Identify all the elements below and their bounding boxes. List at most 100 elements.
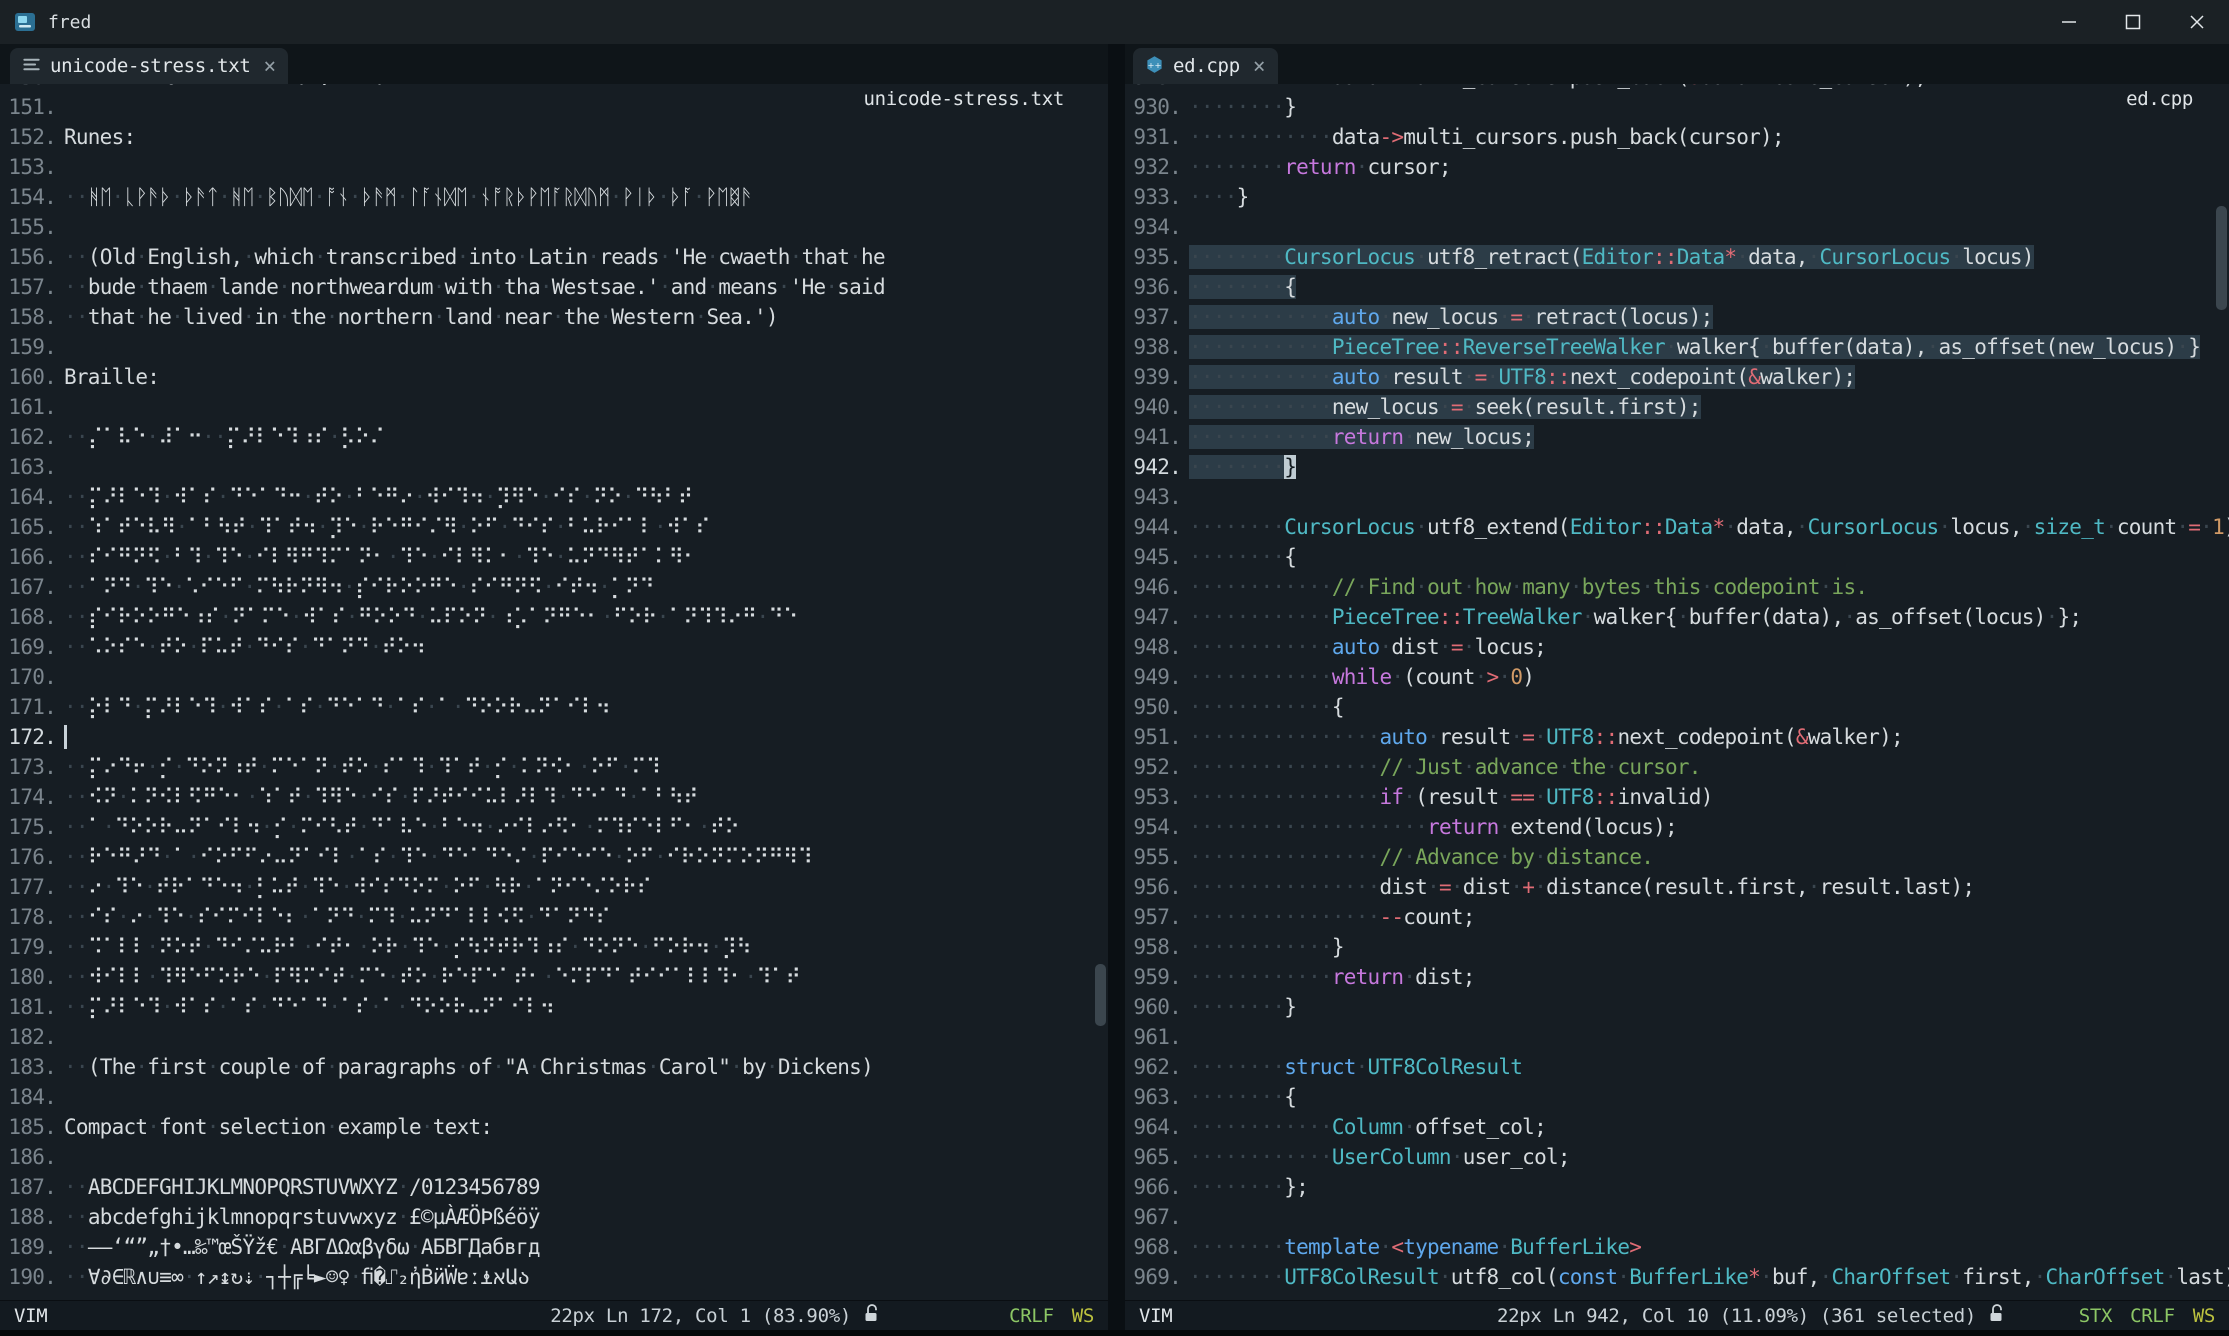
maximize-button[interactable]: [2101, 0, 2165, 44]
code-line[interactable]: 950.············{: [1125, 692, 2229, 722]
tab-unicode-stress-txt[interactable]: unicode-stress.txt ×: [10, 48, 288, 84]
code-line[interactable]: 954.····················return·extend(lo…: [1125, 812, 2229, 842]
code-line[interactable]: 181.··⡍⠜⠇⠑⠹·⠺⠁⠎·⠁⠎·⠙⠑⠁⠙·⠁⠎·⠁·⠙⠕⠕⠗⠤⠝⠁⠊⠇⠲: [0, 992, 1108, 1022]
code-line[interactable]: 964.············Column·offset_col;: [1125, 1112, 2229, 1142]
code-line[interactable]: 942.········}: [1125, 452, 2229, 482]
close-button[interactable]: [2165, 0, 2229, 44]
code-line[interactable]: 929.············data->multi_cursors.push…: [1125, 84, 2229, 92]
code-line[interactable]: 152.Runes:: [0, 122, 1108, 152]
code-line[interactable]: 157.··bude·thaem·lande·northweardum·with…: [0, 272, 1108, 302]
code-line[interactable]: 163.: [0, 452, 1108, 482]
code-line[interactable]: 961.: [1125, 1022, 2229, 1052]
editor-left[interactable]: 150.··እግዜር·የከፈተውን·ጉሮሮ·ሳይዘጋው·አይድርም።151.15…: [0, 84, 1108, 1300]
code-line[interactable]: 960.········}: [1125, 992, 2229, 1022]
code-line[interactable]: 969.········UTF8ColResult·utf8_col(const…: [1125, 1262, 2229, 1292]
code-line[interactable]: 189.··–—‘“”„†•…‰™œŠŸž€·ΑΒΓΔΩαβγδω·АБВГДа…: [0, 1232, 1108, 1262]
code-line[interactable]: 178.··⠊⠎·⠔·⠹⠑·⠎⠊⠍⠊⠇⠑⠆·⠁⠝⠙·⠍⠹·⠥⠝⠙⠁⠇⠇⠪⠫·⠙⠁…: [0, 902, 1108, 932]
code-line[interactable]: 934.: [1125, 212, 2229, 242]
code-line[interactable]: 953.················if·(result·==·UTF8::…: [1125, 782, 2229, 812]
code-line[interactable]: 169.··⠡⠕⠎⠑·⠞⠕·⠏⠥⠞·⠙⠊⠎·⠙⠁⠝⠙·⠞⠕⠲: [0, 632, 1108, 662]
code-line[interactable]: 959.············return·dist;: [1125, 962, 2229, 992]
code-line[interactable]: 943.: [1125, 482, 2229, 512]
code-line[interactable]: 168.··⡎⠊⠗⠕⠕⠛⠑⠰⠎·⠝⠁⠍⠑·⠺⠁⠎·⠛⠕⠕⠙·⠥⠏⠕⠝·⠰⡡⠁⠝⠛…: [0, 602, 1108, 632]
code-line[interactable]: 177.··⠔·⠹⠑·⠞⠗⠁⠙⠑⠲·⡃⠥⠞·⠹⠑·⠺⠊⠎⠙⠕⠍·⠕⠋·⠳⠗·⠁⠝…: [0, 872, 1108, 902]
code-line[interactable]: 951.················auto·result·=·UTF8::…: [1125, 722, 2229, 752]
code-line[interactable]: 966.········};: [1125, 1172, 2229, 1202]
status-flag-crlf[interactable]: CRLF: [1009, 1305, 1054, 1327]
right-scrollbar[interactable]: [2216, 84, 2227, 1300]
code-line[interactable]: 937.············auto·new_locus·=·retract…: [1125, 302, 2229, 332]
code-line[interactable]: 965.············UserColumn·user_col;: [1125, 1142, 2229, 1172]
code-line[interactable]: 187.··ABCDEFGHIJKLMNOPQRSTUVWXYZ·/012345…: [0, 1172, 1108, 1202]
code-line[interactable]: 955.················//·Advance·by·distan…: [1125, 842, 2229, 872]
code-line[interactable]: 164.··⡍⠜⠇⠑⠹·⠺⠁⠎·⠙⠑⠁⠙⠒·⠞⠕·⠃⠑⠛⠔·⠺⠊⠹⠲·⡹⠻⠑·⠊…: [0, 482, 1108, 512]
code-line[interactable]: 947.············PieceTree::TreeWalker·wa…: [1125, 602, 2229, 632]
code-line[interactable]: 180.··⠺⠊⠇⠇·⠹⠻⠑⠋⠕⠗⠑·⠏⠻⠍⠊⠞·⠍⠑·⠞⠕·⠗⠑⠏⠑⠁⠞⠂·⠑…: [0, 962, 1108, 992]
status-flag-stx[interactable]: STX: [2079, 1305, 2112, 1327]
code-line[interactable]: 941.············return·new_locus;: [1125, 422, 2229, 452]
code-line[interactable]: 186.: [0, 1142, 1108, 1172]
code-line[interactable]: 957.················--count;: [1125, 902, 2229, 932]
left-scrollbar-thumb[interactable]: [1095, 964, 1106, 1026]
tab-close-icon[interactable]: ×: [1253, 56, 1266, 77]
code-line[interactable]: 153.: [0, 152, 1108, 182]
left-scrollbar[interactable]: [1095, 84, 1106, 1300]
status-flag-ws[interactable]: WS: [2193, 1305, 2215, 1327]
code-line[interactable]: 174.··⠪⠝·⠅⠝⠪⠇⠫⠛⠑⠂·⠱⠁⠞·⠹⠻⠑·⠊⠎·⠏⠜⠞⠊⠊⠥⠇⠜⠇⠹·…: [0, 782, 1108, 812]
code-line[interactable]: 936.········{: [1125, 272, 2229, 302]
code-line[interactable]: 932.········return·cursor;: [1125, 152, 2229, 182]
code-line[interactable]: 190.··∀∂∈ℝ∧∪≡∞·↑↗↨↻⇣·┐┼╔╘►☺♀·ﬁ�⑀₂ἠḂӥẄɐː⍎…: [0, 1262, 1108, 1292]
code-line[interactable]: 175.··⠁·⠙⠕⠕⠗⠤⠝⠁⠊⠇⠲·⡊·⠍⠊⠣⠞·⠙⠁⠧⠑·⠃⠑⠲·⠔⠊⠇⠔⠫…: [0, 812, 1108, 842]
code-line[interactable]: 155.: [0, 212, 1108, 242]
code-line[interactable]: 945.········{: [1125, 542, 2229, 572]
status-flag-crlf[interactable]: CRLF: [2130, 1305, 2175, 1327]
code-line[interactable]: 946.············//·Find·out·how·many·byt…: [1125, 572, 2229, 602]
status-flag-ws[interactable]: WS: [1072, 1305, 1094, 1327]
unlock-icon[interactable]: [1988, 1303, 2005, 1328]
tab-ed-cpp[interactable]: ++ ed.cpp ×: [1133, 48, 1278, 84]
code-line[interactable]: 968.········template·<typename·BufferLik…: [1125, 1232, 2229, 1262]
code-line[interactable]: 949.············while·(count·>·0): [1125, 662, 2229, 692]
code-line[interactable]: 183.··(The·first·couple·of·paragraphs·of…: [0, 1052, 1108, 1082]
code-line[interactable]: 154.··ᚻᛖ·ᚳᚹᚫᚦ·ᚦᚫᛏ·ᚻᛖ·ᛒᚢᛞᛖ·ᚩᚾ·ᚦᚫᛗ·ᛚᚪᚾᛞᛖ·ᚾ…: [0, 182, 1108, 212]
code-line[interactable]: 938.············PieceTree::ReverseTreeWa…: [1125, 332, 2229, 362]
code-line[interactable]: 930.········}: [1125, 92, 2229, 122]
code-line[interactable]: 172.: [0, 722, 1108, 752]
code-line[interactable]: 958.············}: [1125, 932, 2229, 962]
code-line[interactable]: 944.········CursorLocus·utf8_extend(Edit…: [1125, 512, 2229, 542]
code-line[interactable]: 182.: [0, 1022, 1108, 1052]
code-line[interactable]: 940.············new_locus·=·seek(result.…: [1125, 392, 2229, 422]
code-line[interactable]: 184.: [0, 1082, 1108, 1112]
code-line[interactable]: 962.········struct·UTF8ColResult: [1125, 1052, 2229, 1082]
code-line[interactable]: 185.Compact·font·selection·example·text:: [0, 1112, 1108, 1142]
pane-divider[interactable]: [1108, 44, 1125, 1330]
code-line[interactable]: 176.··⠗⠑⠛⠜⠙·⠁·⠊⠕⠋⠋⠔⠤⠝⠁⠊⠇·⠁⠎·⠹⠑·⠙⠑⠁⠙⠑⠌·⠏⠊…: [0, 842, 1108, 872]
code-line[interactable]: 967.: [1125, 1202, 2229, 1232]
code-line[interactable]: 956.················dist·=·dist·+·distan…: [1125, 872, 2229, 902]
code-line[interactable]: 171.··⡕⠇⠙·⡍⠜⠇⠑⠹·⠺⠁⠎·⠁⠎·⠙⠑⠁⠙·⠁⠎·⠁·⠙⠕⠕⠗⠤⠝⠁…: [0, 692, 1108, 722]
editor-right[interactable]: 929.············data->multi_cursors.push…: [1125, 84, 2229, 1300]
unlock-icon[interactable]: [863, 1303, 880, 1328]
code-line[interactable]: 173.··⡍⠔⠙⠖·⡊·⠙⠕⠝⠰⠞·⠍⠑⠁⠝·⠞⠕·⠎⠁⠹·⠹⠁⠞·⡊·⠅⠝⠪…: [0, 752, 1108, 782]
code-line[interactable]: 162.··⡌⠁⠧⠑·⠼⠁⠒··⡍⠜⠇⠑⠹⠰⠎·⡣⠕⠌: [0, 422, 1108, 452]
code-line[interactable]: 166.··⠎⠊⠛⠝⠫·⠃⠹·⠹⠑·⠊⠇⠻⠛⠹⠍⠁⠝⠂·⠹⠑·⠊⠇⠻⠅⠂·⠹⠑·…: [0, 542, 1108, 572]
code-line[interactable]: 165.··⠱⠁⠞⠑⠧⠻·⠁⠃⠳⠞·⠹⠁⠞⠲·⡹⠑·⠗⠑⠛⠊⠌⠻·⠕⠋·⠙⠊⠎·…: [0, 512, 1108, 542]
code-line[interactable]: 158.··that·he·lived·in·the·northern·land…: [0, 302, 1108, 332]
code-line[interactable]: 939.············auto·result·=·UTF8::next…: [1125, 362, 2229, 392]
code-line[interactable]: 159.: [0, 332, 1108, 362]
code-line[interactable]: 933.····}: [1125, 182, 2229, 212]
code-line[interactable]: 179.··⠩⠁⠇⠇·⠝⠕⠞·⠙⠊⠌⠥⠗⠃·⠊⠞⠂·⠕⠗·⠹⠑·⡊⠳⠝⠞⠗⠹⠰⠎…: [0, 932, 1108, 962]
code-line[interactable]: 188.··abcdefghijklmnopqrstuvwxyz·£©µÀÆÖÞ…: [0, 1202, 1108, 1232]
code-line[interactable]: 935.········CursorLocus·utf8_retract(Edi…: [1125, 242, 2229, 272]
code-line[interactable]: 167.··⠁⠝⠙·⠹⠑·⠡⠊⠑⠋·⠍⠳⠗⠝⠻⠲·⡎⠊⠗⠕⠕⠛⠑·⠎⠊⠛⠝⠫·⠊…: [0, 572, 1108, 602]
code-line[interactable]: 952.················//·Just·advance·the·…: [1125, 752, 2229, 782]
code-line[interactable]: 948.············auto·dist·=·locus;: [1125, 632, 2229, 662]
code-line[interactable]: 161.: [0, 392, 1108, 422]
minimize-button[interactable]: [2037, 0, 2101, 44]
code-line[interactable]: 931.············data->multi_cursors.push…: [1125, 122, 2229, 152]
code-line[interactable]: 160.Braille:: [0, 362, 1108, 392]
code-line[interactable]: 156.··(Old·English,·which·transcribed·in…: [0, 242, 1108, 272]
right-scrollbar-thumb[interactable]: [2216, 206, 2227, 310]
code-line[interactable]: 170.: [0, 662, 1108, 692]
tab-close-icon[interactable]: ×: [264, 56, 277, 77]
